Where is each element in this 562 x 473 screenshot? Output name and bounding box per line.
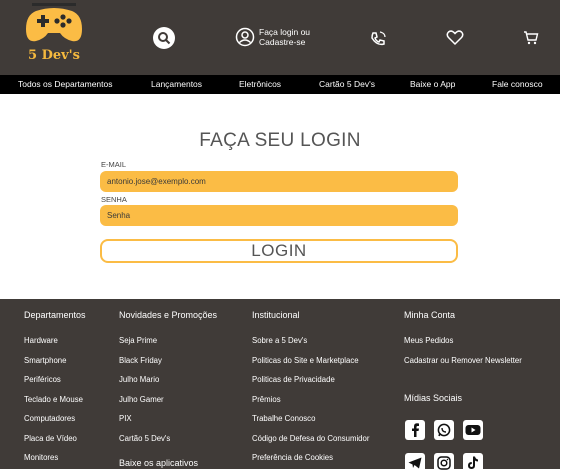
footer-link[interactable]: Teclado e Mouse: [24, 395, 83, 404]
nav-item-baixe-app[interactable]: Baixe o App: [410, 75, 455, 94]
cart-button[interactable]: [523, 30, 539, 46]
footer: Departamentos Hardware Smartphone Perifé…: [0, 299, 560, 473]
favorites-button[interactable]: [445, 29, 465, 47]
footer-link[interactable]: Politicas do Site e Marketplace: [252, 356, 359, 365]
email-label: E-MAIL: [101, 160, 127, 169]
footer-link[interactable]: Cartão 5 Dev's: [119, 434, 170, 443]
user-icon: [235, 27, 255, 47]
footer-link[interactable]: Computadores: [24, 414, 75, 423]
footer-link[interactable]: Hardware: [24, 336, 58, 345]
footer-link[interactable]: Periféricos: [24, 375, 61, 384]
footer-link[interactable]: Politicas de Privacidade: [252, 375, 335, 384]
login-line2: Cadastre-se: [259, 37, 306, 47]
heart-icon: [446, 30, 464, 46]
nav-item-lancamentos[interactable]: Lançamentos: [151, 75, 202, 94]
tiktok-icon[interactable]: [463, 453, 483, 473]
nav-item-cartao[interactable]: Cartão 5 Dev's: [319, 75, 375, 94]
footer-link[interactable]: Julho Mario: [119, 375, 159, 384]
header: 5 Dev's Faça login ou Cadastre-se: [0, 0, 560, 75]
gamepad-logo-icon: [26, 3, 82, 42]
footer-minha-conta-title: Minha Conta: [404, 310, 456, 320]
contact-button[interactable]: [369, 30, 387, 48]
footer-link[interactable]: Preferência de Cookies: [252, 453, 333, 462]
instagram-icon[interactable]: [434, 453, 454, 473]
footer-link[interactable]: Black Friday: [119, 356, 162, 365]
youtube-icon[interactable]: [463, 420, 483, 440]
nav-item-todos-departamentos[interactable]: Todos os Departamentos: [18, 75, 113, 94]
search-icon: [158, 32, 171, 45]
footer-link[interactable]: Meus Pedidos: [404, 336, 453, 345]
footer-link[interactable]: Trabalhe Conosco: [252, 414, 315, 423]
footer-link[interactable]: Sobre a 5 Dev's: [252, 336, 307, 345]
footer-link[interactable]: Smartphone: [24, 356, 66, 365]
footer-institucional-title: Institucional: [252, 310, 300, 320]
nav-item-eletronicos[interactable]: Eletrônicos: [239, 75, 281, 94]
footer-link[interactable]: Prêmios: [252, 395, 281, 404]
search-button[interactable]: [153, 27, 175, 49]
facebook-icon[interactable]: [405, 420, 425, 440]
phone-icon: [371, 31, 386, 46]
footer-baixe-apps-title: Baixe os aplicativos: [119, 458, 199, 468]
login-button[interactable]: LOGIN: [100, 239, 458, 263]
footer-novidades-title: Novidades e Promoções: [119, 310, 218, 320]
login-line1: Faça login ou: [259, 27, 311, 37]
footer-link[interactable]: PIX: [119, 414, 132, 423]
login-link[interactable]: Faça login ou Cadastre-se: [235, 27, 323, 47]
password-field[interactable]: [100, 205, 458, 226]
logo[interactable]: 5 Dev's: [24, 3, 84, 65]
footer-link[interactable]: Monitores: [24, 453, 58, 462]
telegram-icon[interactable]: [405, 453, 425, 473]
main-nav: Todos os Departamentos Lançamentos Eletr…: [0, 75, 560, 94]
footer-link[interactable]: Código de Defesa do Consumidor: [252, 434, 369, 443]
email-field[interactable]: [100, 171, 458, 192]
brand-name: 5 Dev's: [28, 48, 80, 63]
footer-link[interactable]: Seja Prime: [119, 336, 157, 345]
footer-link[interactable]: Cadastrar ou Remover Newsletter: [404, 356, 522, 365]
whatsapp-icon[interactable]: [434, 420, 454, 440]
footer-link[interactable]: Julho Gamer: [119, 395, 164, 404]
password-label: SENHA: [101, 195, 127, 204]
footer-departamentos-title: Departamentos: [24, 310, 86, 320]
page-title: FAÇA SEU LOGIN: [199, 130, 361, 151]
footer-midias-title: Mídias Sociais: [404, 393, 463, 403]
login-text: Faça login ou Cadastre-se: [259, 27, 323, 47]
cart-icon: [524, 31, 539, 45]
footer-link[interactable]: Placa de Vídeo: [24, 434, 77, 443]
nav-item-fale-conosco[interactable]: Fale conosco: [492, 75, 543, 94]
